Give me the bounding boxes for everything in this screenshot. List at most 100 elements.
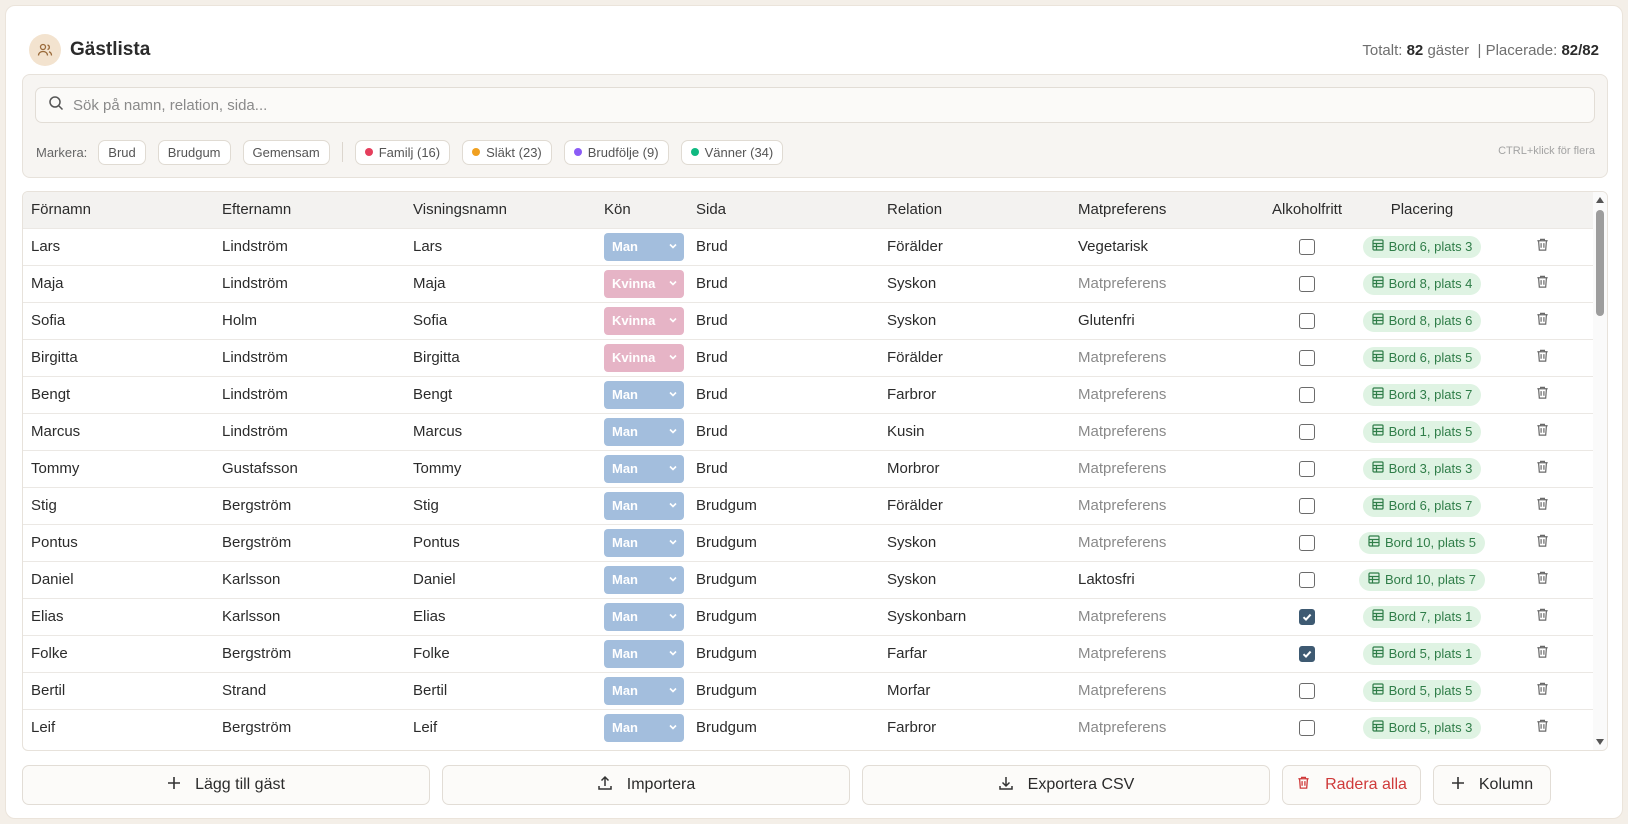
side-cell[interactable]: Brud: [688, 302, 879, 339]
display-name-cell[interactable]: Bertil: [405, 672, 596, 709]
last-name-cell[interactable]: Bergström: [214, 709, 405, 746]
last-name-cell[interactable]: Karlsson: [214, 598, 405, 635]
trash-icon[interactable]: [1535, 274, 1550, 289]
trash-icon[interactable]: [1535, 385, 1550, 400]
gender-select[interactable]: Man: [604, 491, 684, 520]
seat-badge[interactable]: Bord 6, plats 3: [1362, 235, 1482, 258]
first-name-cell[interactable]: Sofia: [23, 302, 214, 339]
first-name-cell[interactable]: Leif: [23, 709, 214, 746]
scroll-up-arrow-icon[interactable]: [1596, 197, 1604, 203]
table-row[interactable]: Bengt Lindström Bengt Man Brud Farbror Matpref…: [23, 376, 1593, 413]
gender-select[interactable]: Man: [604, 380, 684, 409]
alcohol-free-checkbox[interactable]: [1299, 350, 1315, 367]
chip-vanner[interactable]: Vänner (34): [680, 139, 784, 165]
gender-select[interactable]: Man: [604, 417, 684, 446]
side-cell[interactable]: Brud: [688, 339, 879, 376]
trash-icon[interactable]: [1535, 718, 1550, 733]
display-name-cell[interactable]: Bengt: [405, 376, 596, 413]
delete-all-button[interactable]: Radera alla: [1282, 765, 1421, 805]
display-name-cell[interactable]: Sofia: [405, 302, 596, 339]
table-row[interactable]: Marcus Lindström Marcus Man Brud Kusin Matpref…: [23, 413, 1593, 450]
scroll-thumb[interactable]: [1596, 210, 1604, 316]
gender-select[interactable]: Man: [604, 528, 684, 557]
display-name-cell[interactable]: Maja: [405, 265, 596, 302]
display-name-cell[interactable]: Daniel: [405, 561, 596, 598]
first-name-cell[interactable]: Lars: [23, 228, 214, 265]
relation-cell[interactable]: Farbror: [879, 709, 1070, 746]
food-preference-cell[interactable]: Matpreferens: [1070, 635, 1261, 672]
last-name-cell[interactable]: Gustafsson: [214, 450, 405, 487]
alcohol-free-checkbox[interactable]: [1299, 424, 1315, 441]
search-box[interactable]: [35, 87, 1595, 123]
food-preference-cell[interactable]: Vegetarisk: [1070, 228, 1261, 265]
gender-select[interactable]: Man: [604, 232, 684, 261]
seat-badge[interactable]: Bord 5, plats 5: [1362, 679, 1482, 702]
chip-brudgum[interactable]: Brudgum: [157, 139, 231, 165]
side-cell[interactable]: Brud: [688, 265, 879, 302]
column-header[interactable]: Placering: [1353, 192, 1491, 228]
food-preference-cell[interactable]: Glutenfri: [1070, 302, 1261, 339]
gender-select[interactable]: Man: [604, 454, 684, 483]
first-name-cell[interactable]: Elias: [23, 598, 214, 635]
table-row[interactable]: Daniel Karlsson Daniel Man Brudgum Syskon Lakt…: [23, 561, 1593, 598]
trash-icon[interactable]: [1535, 422, 1550, 437]
trash-icon[interactable]: [1535, 644, 1550, 659]
seat-badge[interactable]: Bord 6, plats 7: [1362, 494, 1482, 517]
display-name-cell[interactable]: Stig: [405, 487, 596, 524]
food-preference-cell[interactable]: Matpreferens: [1070, 376, 1261, 413]
column-header[interactable]: Kön: [596, 192, 688, 228]
display-name-cell[interactable]: Marcus: [405, 413, 596, 450]
food-preference-cell[interactable]: Matpreferens: [1070, 413, 1261, 450]
gender-select[interactable]: Kvinna: [604, 269, 684, 298]
column-header[interactable]: Sida: [688, 192, 879, 228]
gender-select[interactable]: Man: [604, 639, 684, 668]
alcohol-free-checkbox[interactable]: [1299, 461, 1315, 478]
alcohol-free-checkbox[interactable]: [1299, 276, 1315, 293]
seat-badge[interactable]: Bord 3, plats 7: [1362, 383, 1482, 406]
chip-brud[interactable]: Brud: [98, 139, 146, 165]
add-guest-button[interactable]: Lägg till gäst: [22, 765, 430, 805]
display-name-cell[interactable]: Birgitta: [405, 339, 596, 376]
trash-icon[interactable]: [1535, 570, 1550, 585]
first-name-cell[interactable]: Maja: [23, 265, 214, 302]
relation-cell[interactable]: Förälder: [879, 339, 1070, 376]
column-header[interactable]: Relation: [879, 192, 1070, 228]
column-header[interactable]: Efternamn: [214, 192, 405, 228]
food-preference-cell[interactable]: Matpreferens: [1070, 265, 1261, 302]
alcohol-free-checkbox[interactable]: [1299, 387, 1315, 404]
food-preference-cell[interactable]: Matpreferens: [1070, 524, 1261, 561]
alcohol-free-checkbox[interactable]: [1299, 535, 1315, 552]
display-name-cell[interactable]: Elias: [405, 598, 596, 635]
side-cell[interactable]: Brudgum: [688, 672, 879, 709]
gender-select[interactable]: Kvinna: [604, 306, 684, 335]
chip-brudfolje[interactable]: Brudfölje (9): [563, 139, 669, 165]
food-preference-cell[interactable]: Matpreferens: [1070, 487, 1261, 524]
alcohol-free-checkbox[interactable]: [1299, 572, 1315, 589]
vertical-scrollbar[interactable]: [1593, 192, 1607, 750]
display-name-cell[interactable]: Folke: [405, 635, 596, 672]
relation-cell[interactable]: Syskon: [879, 524, 1070, 561]
first-name-cell[interactable]: Tommy: [23, 450, 214, 487]
last-name-cell[interactable]: Bergström: [214, 487, 405, 524]
first-name-cell[interactable]: Folke: [23, 635, 214, 672]
relation-cell[interactable]: Förälder: [879, 228, 1070, 265]
last-name-cell[interactable]: Lindström: [214, 376, 405, 413]
column-header[interactable]: Matpreferens: [1070, 192, 1261, 228]
column-header[interactable]: Alkoholfritt: [1261, 192, 1353, 228]
seat-badge[interactable]: Bord 10, plats 5: [1358, 531, 1486, 554]
table-row[interactable]: Sofia Holm Sofia Kvinna Brud Syskon Glutenfri B…: [23, 302, 1593, 339]
table-row[interactable]: Folke Bergström Folke Man Brudgum Farfar Matpr…: [23, 635, 1593, 672]
side-cell[interactable]: Brudgum: [688, 524, 879, 561]
last-name-cell[interactable]: Lindström: [214, 228, 405, 265]
add-column-button[interactable]: Kolumn: [1433, 765, 1551, 805]
import-button[interactable]: Importera: [442, 765, 850, 805]
first-name-cell[interactable]: Bengt: [23, 376, 214, 413]
table-row[interactable]: Maja Lindström Maja Kvinna Brud Syskon Matpref…: [23, 265, 1593, 302]
gender-select[interactable]: Man: [604, 565, 684, 594]
alcohol-free-checkbox[interactable]: [1299, 498, 1315, 515]
relation-cell[interactable]: Farfar: [879, 635, 1070, 672]
relation-cell[interactable]: Morfar: [879, 672, 1070, 709]
display-name-cell[interactable]: Pontus: [405, 524, 596, 561]
alcohol-free-checkbox[interactable]: [1299, 683, 1315, 700]
side-cell[interactable]: Brudgum: [688, 598, 879, 635]
